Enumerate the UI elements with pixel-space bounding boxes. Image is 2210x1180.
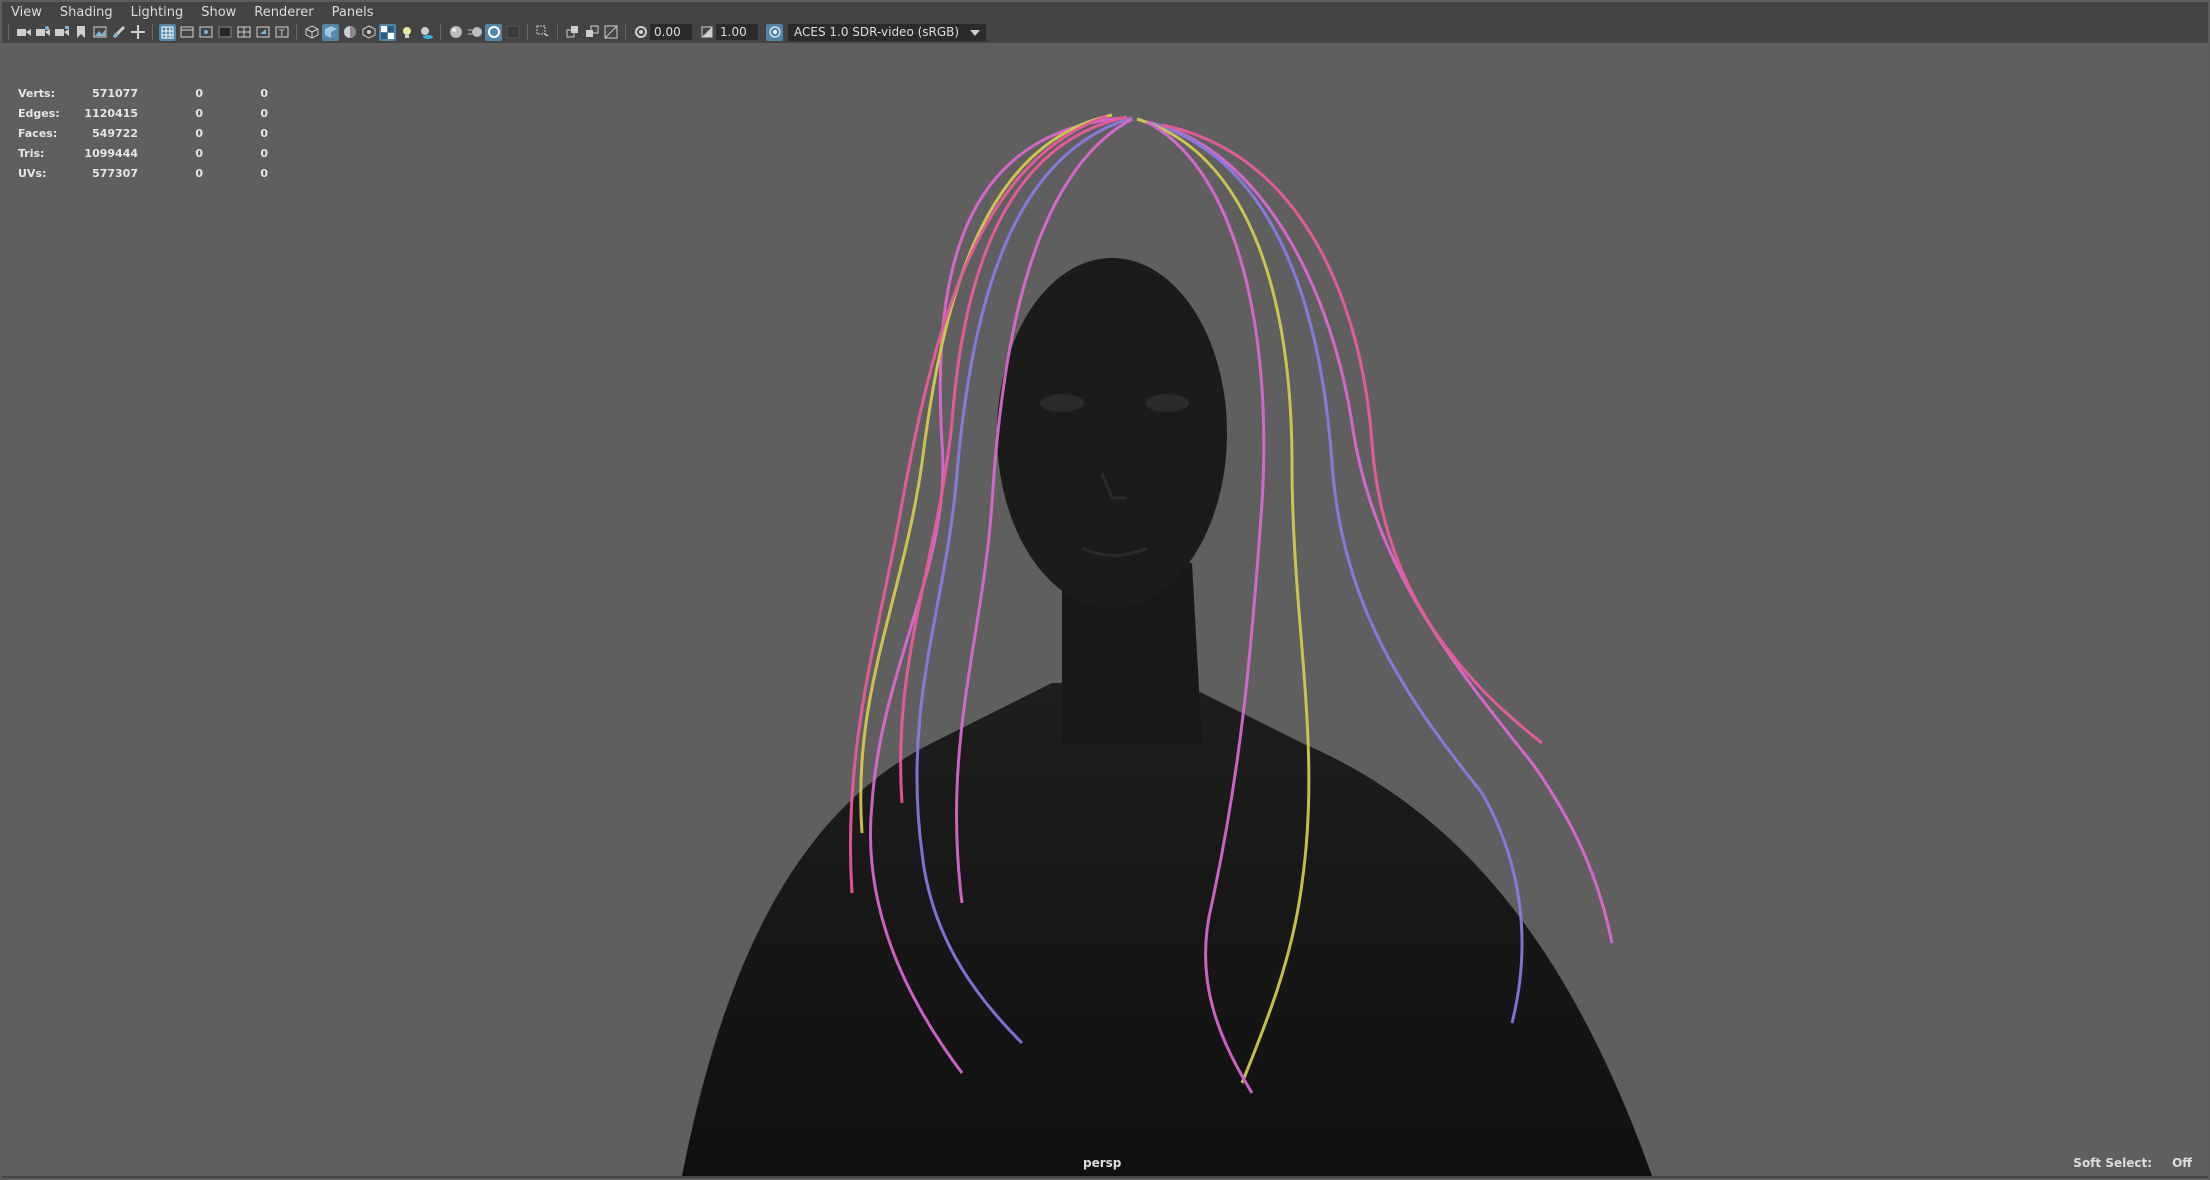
character-render (682, 113, 1652, 1176)
xray-active-icon[interactable] (564, 24, 581, 41)
view-transform-select[interactable]: ACES 1.0 SDR-video (sRGB) (788, 23, 986, 41)
field-chart-icon[interactable] (235, 24, 252, 41)
panel-toolbar: T ACES 1.0 SDR-video (sRGB) (2, 21, 2208, 43)
hud-value: 577307 (92, 166, 138, 180)
hud-value: 0 (260, 166, 268, 180)
2d-pan-icon[interactable] (129, 24, 146, 41)
toolbar-separator (152, 24, 153, 40)
hud-value: 0 (195, 146, 203, 160)
camera-lock-icon[interactable] (34, 24, 51, 41)
hud-label: Faces: (18, 126, 58, 140)
wireframe-shaded-icon[interactable] (303, 24, 320, 41)
menu-shading[interactable]: Shading (51, 5, 122, 20)
xray-joints-icon[interactable] (534, 24, 551, 41)
hud-value: 0 (260, 126, 268, 140)
hud-label: Edges: (18, 106, 60, 120)
menu-renderer[interactable]: Renderer (245, 5, 322, 20)
hud-value: 0 (260, 146, 268, 160)
gamma-field[interactable] (716, 24, 758, 40)
toolbar-separator (557, 24, 558, 40)
gamma-icon[interactable] (698, 24, 715, 41)
menu-view[interactable]: View (2, 5, 51, 20)
hud-value: 0 (195, 166, 203, 180)
lights-icon[interactable] (398, 24, 415, 41)
default-material-icon[interactable] (341, 24, 358, 41)
hud-row-verts: Verts: 571077 0 0 (18, 83, 268, 103)
hud-value: 1120415 (84, 106, 138, 120)
camera-icon[interactable] (15, 24, 32, 41)
color-management-icon[interactable] (766, 23, 783, 41)
grid-icon[interactable] (602, 24, 619, 41)
menu-panels[interactable]: Panels (323, 5, 383, 20)
hud-value: 0 (195, 106, 203, 120)
toolbar-separator (296, 24, 297, 40)
exposure-field[interactable] (650, 24, 692, 40)
hud-row-uvs: UVs: 577307 0 0 (18, 163, 268, 183)
hud-value: 549722 (92, 126, 138, 140)
safe-action-icon[interactable] (254, 24, 271, 41)
toolbar-separator (625, 24, 626, 40)
hud-label: Tris: (18, 146, 45, 160)
gate-mask-icon[interactable] (216, 24, 233, 41)
image-plane-icon[interactable] (91, 24, 108, 41)
soft-select-label: Soft Select: (2073, 1156, 2152, 1170)
camera-attr-icon[interactable] (53, 24, 70, 41)
xray-icon[interactable] (360, 24, 377, 41)
safe-title-icon[interactable]: T (273, 24, 290, 41)
textured-icon[interactable] (379, 23, 396, 41)
smooth-shade-icon[interactable] (322, 23, 339, 41)
poly-count-hud: Verts: 571077 0 0 Edges: 1120415 0 0 Fac… (18, 83, 268, 183)
resolution-gate-icon[interactable] (197, 24, 214, 41)
3d-viewport[interactable]: Verts: 571077 0 0 Edges: 1120415 0 0 Fac… (2, 43, 2208, 1176)
camera-label: persp (1083, 1156, 1122, 1170)
toolbar-separator (8, 24, 9, 40)
view-transform-value: ACES 1.0 SDR-video (sRGB) (794, 25, 960, 39)
motion-blur-icon[interactable] (466, 24, 483, 41)
bookmark-icon[interactable] (72, 24, 89, 41)
isolate-select-icon[interactable] (504, 24, 521, 41)
hud-row-edges: Edges: 1120415 0 0 (18, 103, 268, 123)
grease-pencil-icon[interactable] (110, 24, 127, 41)
svg-text:T: T (278, 29, 285, 38)
view-axis-icon (20, 1168, 60, 1176)
chevron-down-icon (970, 25, 980, 39)
hud-value: 0 (195, 126, 203, 140)
wireframe-icon[interactable] (159, 23, 176, 41)
toolbar-separator (440, 24, 441, 40)
panel-menubar: View Shading Lighting Show Renderer Pane… (2, 2, 2208, 23)
menu-lighting[interactable]: Lighting (122, 5, 193, 20)
soft-select-value: Off (2172, 1156, 2192, 1170)
hud-value: 1099444 (84, 146, 138, 160)
hud-label: Verts: (18, 86, 56, 100)
hud-row-faces: Faces: 549722 0 0 (18, 123, 268, 143)
hud-value: 571077 (92, 86, 138, 100)
ambient-occlusion-icon[interactable] (447, 24, 464, 41)
anti-alias-icon[interactable] (485, 23, 502, 41)
hud-value: 0 (195, 86, 203, 100)
isolate-select-icon[interactable] (583, 24, 600, 41)
hud-row-tris: Tris: 1099444 0 0 (18, 143, 268, 163)
hud-value: 0 (260, 86, 268, 100)
hud-label: UVs: (18, 166, 47, 180)
exposure-icon[interactable] (632, 24, 649, 41)
film-gate-icon[interactable] (178, 24, 195, 41)
toolbar-separator (527, 24, 528, 40)
hud-value: 0 (260, 106, 268, 120)
menu-show[interactable]: Show (192, 5, 245, 20)
shadows-icon[interactable] (417, 24, 434, 41)
